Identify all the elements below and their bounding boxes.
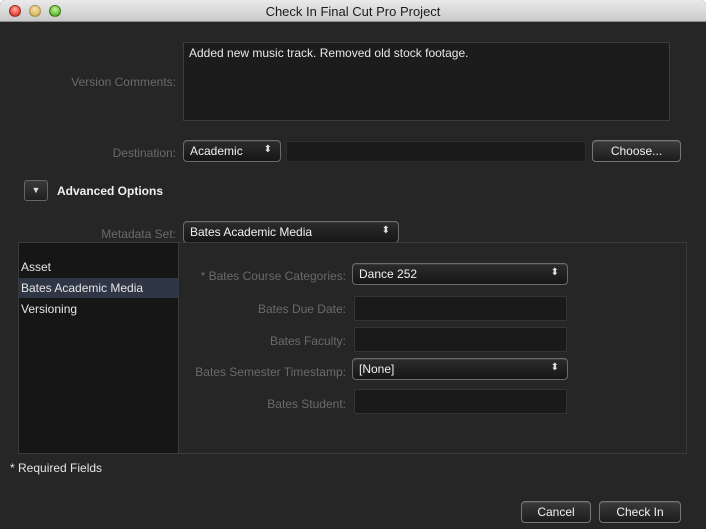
- popup-arrows-icon: ⬍: [550, 267, 559, 278]
- required-fields-note: * Required Fields: [10, 461, 103, 475]
- course-categories-popup[interactable]: Dance 252 ⬍: [352, 263, 568, 285]
- metadata-set-value: Bates Academic Media: [190, 225, 313, 239]
- choose-button[interactable]: Choose...: [592, 140, 681, 162]
- destination-path-field: [286, 141, 586, 162]
- advanced-options-disclosure-icon[interactable]: ▼: [24, 180, 48, 201]
- student-label: Bates Student:: [267, 397, 346, 411]
- sidebar-item-asset[interactable]: Asset: [19, 257, 179, 277]
- metadata-group-list: Asset Bates Academic Media Versioning: [19, 243, 179, 453]
- semester-timestamp-value: [None]: [359, 362, 395, 376]
- destination-value: Academic: [190, 144, 243, 158]
- check-in-button[interactable]: Check In: [599, 501, 681, 523]
- semester-timestamp-popup[interactable]: [None] ⬍: [352, 358, 568, 380]
- course-categories-label: * Bates Course Categories:: [200, 269, 346, 283]
- check-in-dialog: Check In Final Cut Pro Project Version C…: [0, 0, 706, 529]
- cancel-button[interactable]: Cancel: [521, 501, 591, 523]
- sidebar-item-versioning[interactable]: Versioning: [19, 299, 179, 319]
- destination-label: Destination:: [112, 146, 176, 160]
- popup-arrows-icon: ⬍: [550, 362, 559, 373]
- popup-arrows-icon: ⬍: [381, 225, 390, 236]
- advanced-options-label[interactable]: Advanced Options: [57, 184, 163, 198]
- window-title: Check In Final Cut Pro Project: [265, 4, 441, 19]
- course-categories-value: Dance 252: [359, 267, 418, 281]
- sidebar-item-bates-academic-media[interactable]: Bates Academic Media: [19, 278, 179, 298]
- semester-timestamp-label: Bates Semester Timestamp:: [195, 365, 346, 379]
- due-date-field[interactable]: [354, 296, 567, 321]
- faculty-field[interactable]: [354, 327, 567, 352]
- popup-arrows-icon: ⬍: [263, 144, 272, 155]
- metadata-set-label: Metadata Set:: [101, 227, 176, 241]
- due-date-label: Bates Due Date:: [257, 302, 346, 316]
- version-comments-textarea[interactable]: Added new music track. Removed old stock…: [183, 42, 670, 121]
- student-field[interactable]: [354, 389, 567, 414]
- metadata-set-popup[interactable]: Bates Academic Media ⬍: [183, 221, 399, 243]
- destination-popup[interactable]: Academic ⬍: [183, 140, 281, 162]
- title-bar[interactable]: Check In Final Cut Pro Project: [0, 0, 706, 22]
- version-comments-label: Version Comments:: [71, 75, 176, 89]
- faculty-label: Bates Faculty:: [269, 334, 346, 348]
